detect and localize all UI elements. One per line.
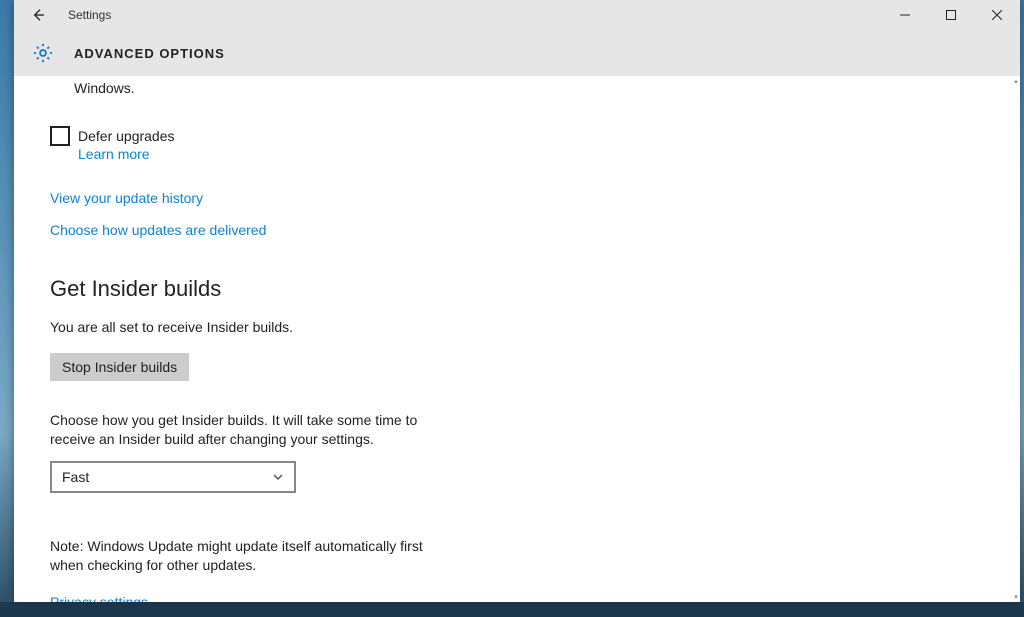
chevron-down-icon — [272, 471, 284, 483]
settings-window: Settings ADVANCED OPTIONS Windows. Defer… — [14, 0, 1020, 602]
truncated-text-tail: Windows. — [50, 80, 984, 96]
update-history-link[interactable]: View your update history — [50, 190, 984, 206]
vertical-scrollbar[interactable]: ▴ ▾ — [1012, 76, 1020, 602]
scroll-down-arrow-icon[interactable]: ▾ — [1012, 592, 1020, 602]
minimize-button[interactable] — [882, 0, 928, 30]
defer-upgrades-checkbox[interactable] — [50, 126, 70, 146]
page-header: ADVANCED OPTIONS — [14, 30, 1020, 76]
insider-ring-value: Fast — [62, 469, 89, 485]
delivery-optimization-link[interactable]: Choose how updates are delivered — [50, 222, 984, 238]
stop-insider-button[interactable]: Stop Insider builds — [50, 353, 189, 381]
update-note-text: Note: Windows Update might update itself… — [50, 537, 440, 575]
close-button[interactable] — [974, 0, 1020, 30]
learn-more-link[interactable]: Learn more — [78, 146, 175, 162]
window-controls — [882, 0, 1020, 30]
page-title: ADVANCED OPTIONS — [74, 46, 225, 61]
window-title: Settings — [68, 8, 111, 22]
content-area: Windows. Defer upgrades Learn more View … — [14, 76, 1020, 602]
scroll-up-arrow-icon[interactable]: ▴ — [1012, 76, 1020, 86]
insider-status-text: You are all set to receive Insider build… — [50, 318, 440, 337]
defer-upgrades-labels: Defer upgrades Learn more — [78, 126, 175, 162]
back-button[interactable] — [14, 0, 62, 30]
maximize-button[interactable] — [928, 0, 974, 30]
back-arrow-icon — [30, 7, 46, 23]
privacy-settings-link[interactable]: Privacy settings — [50, 594, 984, 602]
taskbar-sliver — [0, 602, 1024, 617]
defer-upgrades-label: Defer upgrades — [78, 126, 175, 146]
maximize-icon — [946, 10, 956, 20]
insider-ring-select[interactable]: Fast — [50, 461, 296, 493]
minimize-icon — [900, 10, 910, 20]
insider-heading: Get Insider builds — [50, 276, 984, 302]
insider-choose-text: Choose how you get Insider builds. It wi… — [50, 411, 440, 449]
titlebar: Settings — [14, 0, 1020, 30]
gear-icon — [32, 42, 54, 64]
close-icon — [992, 10, 1002, 20]
defer-upgrades-row: Defer upgrades Learn more — [50, 126, 984, 162]
